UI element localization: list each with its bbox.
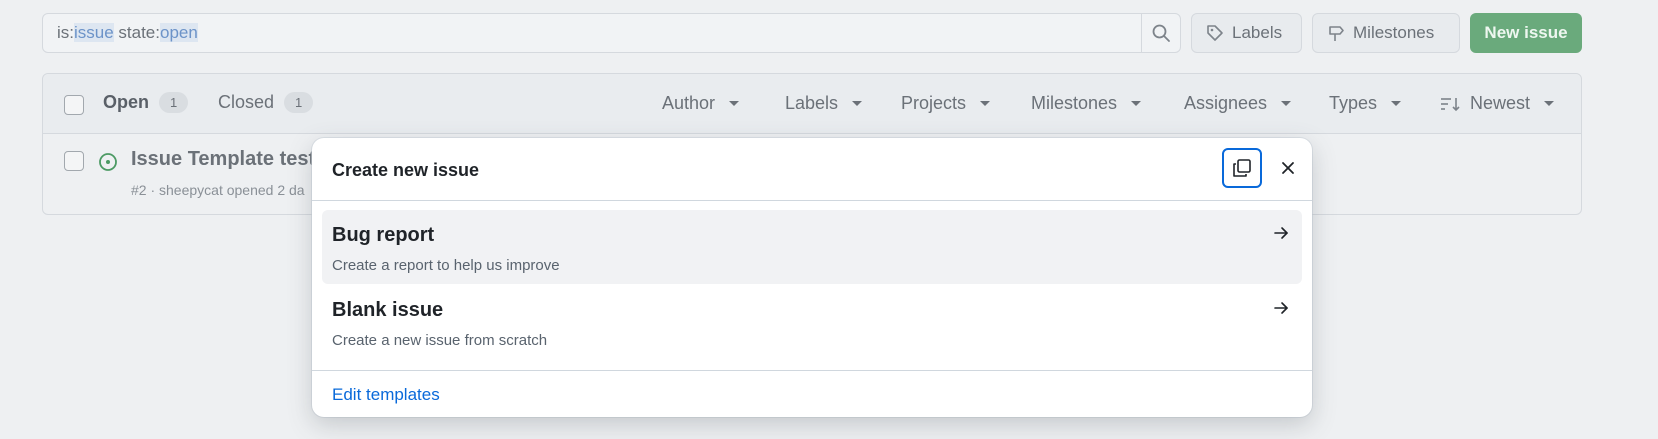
filter-author-label: Author xyxy=(662,93,716,113)
filter-assignees[interactable]: Assignees xyxy=(1184,93,1292,114)
open-count-badge: 1 xyxy=(159,92,189,113)
milestone-icon xyxy=(1329,26,1344,41)
search-button[interactable] xyxy=(1141,14,1180,52)
issue-meta: #2 · sheepycat opened 2 da xyxy=(131,182,305,198)
caret-down-icon xyxy=(1131,101,1142,106)
caret-down-icon xyxy=(1544,101,1555,106)
labels-button-label: Labels xyxy=(1232,23,1283,42)
issue-row-checkbox[interactable] xyxy=(64,151,84,171)
copy-icon xyxy=(1233,159,1251,177)
tab-closed[interactable]: Closed 1 xyxy=(218,92,314,113)
caret-down-icon xyxy=(980,101,991,106)
filter-types-label: Types xyxy=(1329,93,1378,113)
dialog-header: Create new issue xyxy=(312,138,1312,201)
close-icon xyxy=(1282,162,1294,174)
caret-down-icon xyxy=(852,101,863,106)
filter-labels[interactable]: Labels xyxy=(785,93,863,114)
arrow-right-icon xyxy=(1274,302,1288,314)
filter-types[interactable]: Types xyxy=(1329,93,1402,114)
filter-labels-label: Labels xyxy=(785,93,839,113)
edit-templates-link[interactable]: Edit templates xyxy=(332,385,440,405)
close-button[interactable] xyxy=(1272,152,1304,184)
filter-projects[interactable]: Projects xyxy=(901,93,991,114)
labels-button[interactable]: Labels xyxy=(1191,13,1302,53)
caret-down-icon xyxy=(729,101,740,106)
issue-title-link[interactable]: Issue Template test xyxy=(131,148,315,171)
create-issue-dialog: Create new issue Bug report Create a rep… xyxy=(312,138,1312,417)
closed-count-badge: 1 xyxy=(284,92,314,113)
search-icon xyxy=(1152,24,1170,42)
caret-down-icon xyxy=(1391,101,1402,106)
dialog-footer: Edit templates xyxy=(312,370,1312,417)
search-qualifier-is: is: xyxy=(57,23,74,42)
tag-icon xyxy=(1207,25,1223,41)
sort-label: Newest xyxy=(1470,93,1531,113)
filter-milestones[interactable]: Milestones xyxy=(1031,93,1142,114)
template-option-bug-report[interactable]: Bug report Create a report to help us im… xyxy=(322,210,1302,284)
caret-down-icon xyxy=(1281,101,1292,106)
select-all-checkbox[interactable] xyxy=(64,95,84,115)
option-title: Bug report xyxy=(332,224,435,246)
new-issue-button-label: New issue xyxy=(1484,23,1568,42)
tab-open-label: Open xyxy=(103,92,150,112)
tab-closed-label: Closed xyxy=(218,92,275,112)
new-issue-button[interactable]: New issue xyxy=(1470,13,1582,53)
template-option-blank-issue[interactable]: Blank issue Create a new issue from scra… xyxy=(322,285,1302,359)
arrow-right-icon xyxy=(1274,227,1288,239)
issue-open-icon xyxy=(99,153,117,171)
filter-milestones-label: Milestones xyxy=(1031,93,1118,113)
sort-icon xyxy=(1441,97,1460,111)
sort-dropdown[interactable]: Newest xyxy=(1440,93,1555,114)
filter-author[interactable]: Author xyxy=(662,93,740,114)
search-value-open: open xyxy=(160,23,198,42)
search-input[interactable]: is:issue state:open xyxy=(43,23,1141,43)
issue-search-bar[interactable]: is:issue state:open xyxy=(42,13,1181,53)
issues-list-header: Open 1 Closed 1 Author Labels Projects M… xyxy=(43,74,1581,134)
copy-button[interactable] xyxy=(1222,148,1262,188)
option-description: Create a report to help us improve xyxy=(332,257,560,274)
search-qualifier-state: state: xyxy=(113,23,160,42)
search-value-issue: issue xyxy=(74,23,114,42)
milestones-button-label: Milestones xyxy=(1353,23,1435,42)
milestones-button[interactable]: Milestones xyxy=(1312,13,1460,53)
tab-open[interactable]: Open 1 xyxy=(103,92,189,113)
filter-assignees-label: Assignees xyxy=(1184,93,1268,113)
option-title: Blank issue xyxy=(332,299,444,321)
option-description: Create a new issue from scratch xyxy=(332,332,548,349)
filter-projects-label: Projects xyxy=(901,93,967,113)
dialog-title: Create new issue xyxy=(332,160,480,180)
